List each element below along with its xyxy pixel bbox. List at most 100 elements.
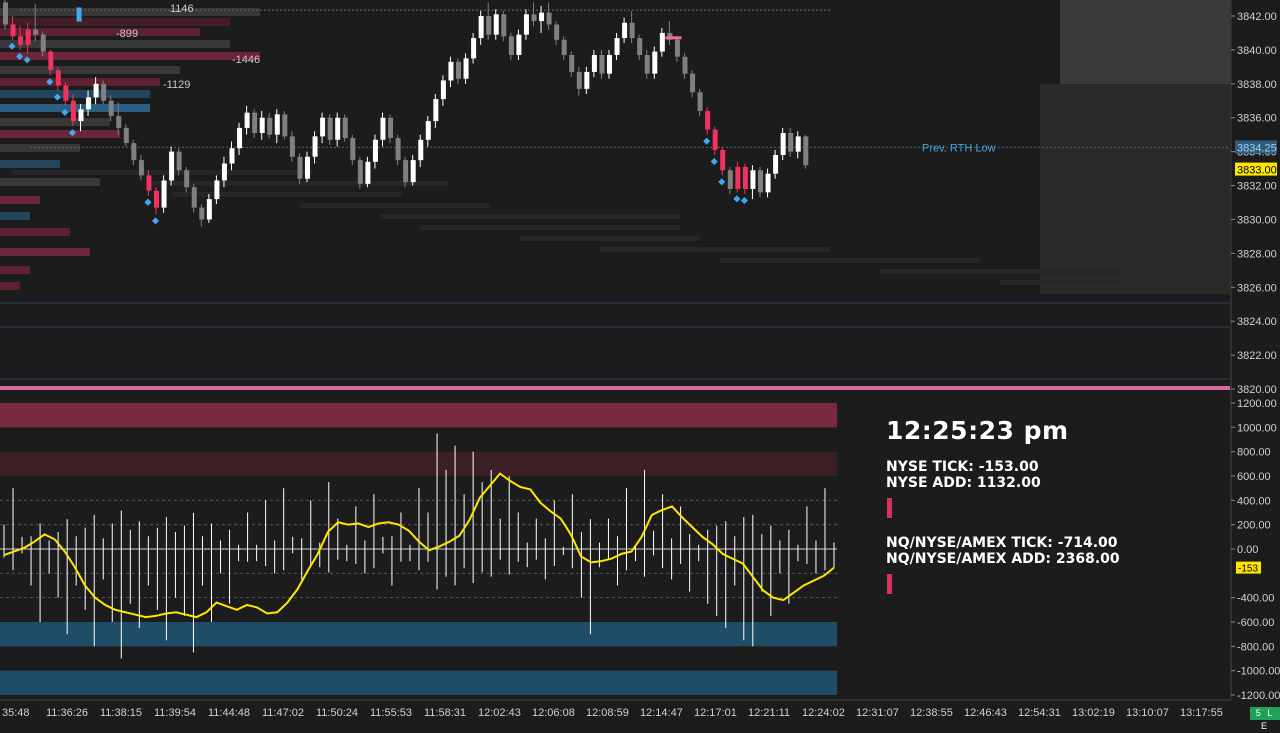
volume-bar <box>0 282 20 290</box>
signal-diamond <box>733 195 741 203</box>
candle <box>244 105 250 135</box>
candle <box>123 124 129 147</box>
time-axis-label: 11:36:26 <box>46 707 88 719</box>
volume-profile-band <box>880 269 1120 274</box>
candle-body <box>161 180 167 208</box>
candle-body <box>342 117 348 139</box>
volume-bar <box>0 266 30 274</box>
volume-profile-band <box>720 258 980 263</box>
nyse-tick-readout: NYSE TICK: -153.00 <box>886 459 1039 475</box>
candle <box>463 53 469 84</box>
time-axis-label: 12:21:11 <box>748 707 790 719</box>
market-internals-panel: 12:25:23 pm NYSE TICK: -153.00 NYSE ADD:… <box>886 416 1216 611</box>
candle <box>305 151 310 183</box>
signal-diamond <box>144 198 152 206</box>
price-tick-label: 3838.00 <box>1237 79 1277 91</box>
chart-canvas[interactable]: 3842.003840.003838.003836.003834.003832.… <box>0 0 1280 720</box>
volume-bar <box>0 130 120 138</box>
candle-body <box>508 36 514 55</box>
candle <box>773 149 779 179</box>
candle-body <box>395 138 401 161</box>
nyse-add-readout: NYSE ADD: 1132.00 <box>886 475 1041 491</box>
live-status-badge: 5 L E <box>1250 707 1280 731</box>
extreme-down-band <box>0 670 837 695</box>
candle-body <box>531 14 537 22</box>
candle <box>740 163 748 205</box>
trading-chart[interactable]: 3842.003840.003838.003836.003834.003832.… <box>0 0 1280 720</box>
candle <box>659 27 665 57</box>
volume-profile-band <box>600 247 830 252</box>
candle-body <box>576 71 582 89</box>
candle <box>599 49 605 79</box>
candle <box>388 114 394 144</box>
candle-body <box>486 16 492 35</box>
candle <box>637 34 643 61</box>
candle <box>440 75 446 106</box>
volume-profile-band <box>148 181 448 186</box>
time-axis: 35:48 11:36:26 11:38:15 11:39:54 11:44:48 11:… <box>0 699 1231 719</box>
candle-body <box>652 51 658 74</box>
price-tick-label: 3836.00 <box>1237 113 1277 125</box>
time-axis-label: 11:58:31 <box>424 707 466 719</box>
candle-body <box>644 54 650 74</box>
candle <box>335 112 341 147</box>
candle-body <box>305 156 310 179</box>
candle-body <box>131 143 137 161</box>
candle-body <box>599 54 605 74</box>
tick-axis-label: -1000.00 <box>1237 666 1280 678</box>
candle <box>214 175 220 205</box>
candle-body <box>70 100 76 122</box>
candle-body <box>154 190 159 208</box>
trade-marker <box>76 7 82 22</box>
combined-status-marker <box>887 574 892 594</box>
candle-body <box>33 29 39 35</box>
candle <box>267 112 273 139</box>
candle-body <box>199 207 205 220</box>
candle-body <box>86 97 92 110</box>
volume-profile-band <box>0 326 1230 328</box>
candle-body <box>493 14 499 35</box>
candle-body <box>380 117 386 140</box>
candle-body <box>720 149 726 171</box>
candle <box>493 9 499 40</box>
candle-body <box>93 83 99 98</box>
candle <box>327 114 333 145</box>
time-axis-label: 12:46:43 <box>964 707 1007 719</box>
candle <box>750 165 756 200</box>
price-tick-label: 3842.00 <box>1237 11 1277 23</box>
pane-separator[interactable] <box>0 386 1230 390</box>
time-axis-label: 13:02:19 <box>1072 707 1115 719</box>
candle-body <box>10 24 16 37</box>
candle-body <box>501 14 507 37</box>
candle <box>282 110 288 140</box>
candle-body <box>622 22 628 39</box>
candle <box>591 49 597 78</box>
candle-body <box>637 38 643 55</box>
candle-body <box>214 180 220 200</box>
candle <box>131 139 137 166</box>
candle <box>471 32 477 64</box>
time-axis-label: 12:02:43 <box>478 707 521 719</box>
delta-label: -1446 <box>232 54 260 66</box>
candle <box>425 116 431 147</box>
candle <box>372 134 378 169</box>
volume-bar <box>0 118 110 126</box>
candle-body <box>758 170 763 193</box>
candle-body <box>55 70 61 86</box>
prev-low-price-label: 3834.25 <box>1237 142 1277 154</box>
time-axis-label: 13:17:55 <box>1180 707 1223 719</box>
price-tick-label: 3840.00 <box>1237 45 1277 57</box>
tick-axis-label: 0.00 <box>1237 544 1258 556</box>
volume-profile-layer <box>0 0 1230 380</box>
candle-body <box>516 34 522 55</box>
volume-bar <box>0 52 260 60</box>
candle-body <box>765 173 771 193</box>
candle-body <box>463 58 469 79</box>
candle <box>644 49 650 79</box>
time-axis-label: 12:14:47 <box>640 707 683 719</box>
volume-profile-band <box>1000 280 1120 285</box>
candle-body <box>191 187 197 208</box>
candle <box>380 112 386 147</box>
candle <box>652 46 658 79</box>
volume-bar <box>0 212 30 220</box>
